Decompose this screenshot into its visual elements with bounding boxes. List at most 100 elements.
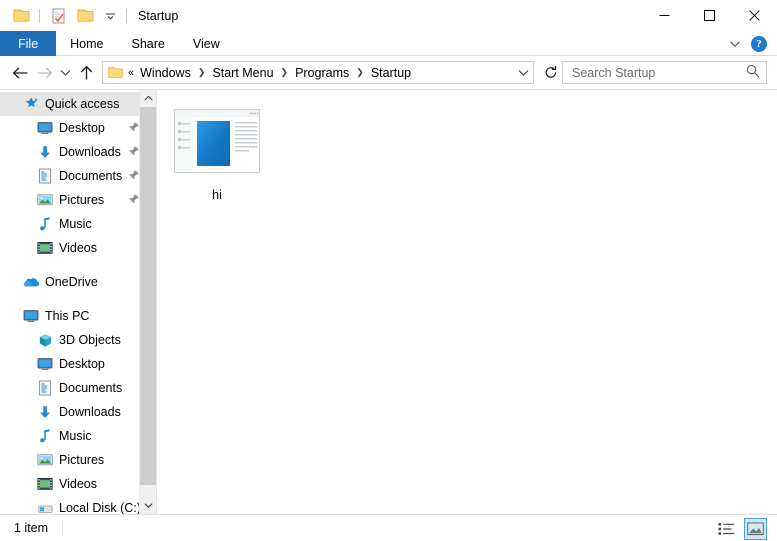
back-button[interactable] <box>8 61 32 85</box>
breadcrumb-separator[interactable]: ❯ <box>352 68 368 77</box>
document-icon <box>36 380 54 396</box>
close-button[interactable] <box>732 0 777 31</box>
music-note-icon <box>36 216 54 232</box>
app-preview-icon <box>173 108 261 174</box>
sidebar-item-downloads-pc[interactable]: Downloads <box>0 400 156 424</box>
sidebar-item-label: Desktop <box>59 121 105 135</box>
tab-share[interactable]: Share <box>118 31 179 56</box>
folder-icon[interactable] <box>10 5 32 27</box>
list-item[interactable]: hi <box>171 104 263 204</box>
expand-ribbon-chevron-down-icon[interactable] <box>725 33 745 55</box>
window-controls <box>642 0 777 31</box>
ribbon-tab-bar: File Home Share View ? <box>0 31 777 56</box>
ribbon-right-controls: ? <box>725 31 773 56</box>
sidebar-item-desktop-pc[interactable]: Desktop <box>0 352 156 376</box>
breadcrumb-bar[interactable]: « Windows ❯ Start Menu ❯ Programs ❯ Star… <box>102 61 534 84</box>
large-icons-view-button[interactable] <box>744 517 767 540</box>
tab-home[interactable]: Home <box>56 31 117 56</box>
sidebar-item-onedrive[interactable]: OneDrive <box>0 270 156 294</box>
breadcrumb-separator[interactable]: ❯ <box>194 68 210 77</box>
forward-button[interactable] <box>32 61 56 85</box>
sidebar-item-music[interactable]: Music <box>0 212 156 236</box>
sidebar-item-label: Videos <box>59 477 97 491</box>
download-arrow-icon <box>36 404 54 420</box>
video-film-icon <box>36 476 54 492</box>
sidebar-item-desktop[interactable]: Desktop <box>0 116 156 140</box>
sidebar-item-music-pc[interactable]: Music <box>0 424 156 448</box>
quick-access-customize-chevron-icon[interactable] <box>101 5 119 27</box>
search-box[interactable] <box>562 61 767 84</box>
search-icon[interactable] <box>746 64 760 81</box>
recent-locations-chevron-down-icon[interactable] <box>56 61 74 85</box>
explorer-body: Quick access Desktop Downloads Documents… <box>0 89 777 514</box>
breadcrumb-item-startup[interactable]: Startup <box>368 66 414 80</box>
tab-view[interactable]: View <box>179 31 234 56</box>
music-note-icon <box>36 428 54 444</box>
quick-access-toolbar: Startup <box>0 0 178 31</box>
download-arrow-icon <box>36 144 54 160</box>
sidebar-item-label: Desktop <box>59 357 105 371</box>
sidebar-item-pictures[interactable]: Pictures <box>0 188 156 212</box>
address-bar: « Windows ❯ Start Menu ❯ Programs ❯ Star… <box>0 56 777 89</box>
breadcrumb-separator[interactable]: ❯ <box>277 68 293 77</box>
breadcrumb-item-programs[interactable]: Programs <box>292 66 352 80</box>
scrollbar-thumb[interactable] <box>140 107 156 485</box>
toolbar-divider <box>39 8 40 23</box>
sidebar-item-label: Documents <box>59 381 123 395</box>
monitor-icon <box>36 356 54 372</box>
monitor-icon <box>36 120 54 136</box>
navigation-scrollbar[interactable] <box>139 90 156 514</box>
file-name-label: hi <box>212 188 222 202</box>
window-title: Startup <box>138 8 179 23</box>
sidebar-item-label: Local Disk (C:) <box>59 501 141 514</box>
folder-icon <box>103 66 127 79</box>
view-mode-buttons <box>715 515 767 541</box>
up-button[interactable] <box>74 61 98 85</box>
tab-file[interactable]: File <box>0 31 57 56</box>
scroll-up-arrow-icon[interactable] <box>140 90 156 107</box>
sidebar-item-label: Pictures <box>59 193 105 207</box>
breadcrumb-item-windows[interactable]: Windows <box>137 66 194 80</box>
sidebar-item-downloads[interactable]: Downloads <box>0 140 156 164</box>
minimize-button[interactable] <box>642 0 687 31</box>
scroll-down-arrow-icon[interactable] <box>140 497 156 514</box>
address-dropdown-chevron-down-icon[interactable] <box>513 69 533 77</box>
sidebar-item-label: Pictures <box>59 453 105 467</box>
sidebar-item-label: Quick access <box>45 97 120 111</box>
sidebar-item-3d-objects[interactable]: 3D Objects <box>0 328 156 352</box>
help-icon[interactable]: ? <box>751 35 767 52</box>
sidebar-item-label: Videos <box>59 241 97 255</box>
sidebar-item-this-pc[interactable]: This PC <box>0 304 156 328</box>
checkmark-document-icon[interactable] <box>47 5 69 27</box>
sidebar-item-label: This PC <box>45 309 90 323</box>
sidebar-item-label: Downloads <box>59 145 121 159</box>
sidebar-item-label: 3D Objects <box>59 333 121 347</box>
navigation-tree: Quick access Desktop Downloads Documents… <box>0 90 156 514</box>
picture-icon <box>36 192 54 208</box>
search-input[interactable] <box>572 65 746 80</box>
sidebar-item-local-disk-c[interactable]: Local Disk (C:) <box>0 496 156 514</box>
file-grid: hi <box>157 90 777 204</box>
document-icon <box>36 168 54 184</box>
file-list-pane[interactable]: hi <box>157 90 777 514</box>
navigation-pane: Quick access Desktop Downloads Documents… <box>0 90 156 514</box>
sidebar-item-quick-access[interactable]: Quick access <box>0 92 156 116</box>
title-bar: Startup <box>0 0 777 31</box>
breadcrumb-overflow[interactable]: « <box>127 67 137 79</box>
file-explorer-window: Startup File Home Share View ? « Windows… <box>0 0 777 541</box>
sidebar-item-pictures-pc[interactable]: Pictures <box>0 448 156 472</box>
title-divider <box>126 8 127 23</box>
sidebar-item-label: Downloads <box>59 405 121 419</box>
sidebar-item-videos-pc[interactable]: Videos <box>0 472 156 496</box>
maximize-button[interactable] <box>687 0 732 31</box>
breadcrumb-item-start-menu[interactable]: Start Menu <box>209 66 276 80</box>
refresh-button[interactable] <box>540 61 562 84</box>
details-view-button[interactable] <box>715 518 738 540</box>
folder-icon[interactable] <box>74 5 96 27</box>
status-divider <box>62 520 64 536</box>
sidebar-item-documents[interactable]: Documents <box>0 164 156 188</box>
sidebar-item-videos[interactable]: Videos <box>0 236 156 260</box>
sidebar-item-documents-pc[interactable]: Documents <box>0 376 156 400</box>
